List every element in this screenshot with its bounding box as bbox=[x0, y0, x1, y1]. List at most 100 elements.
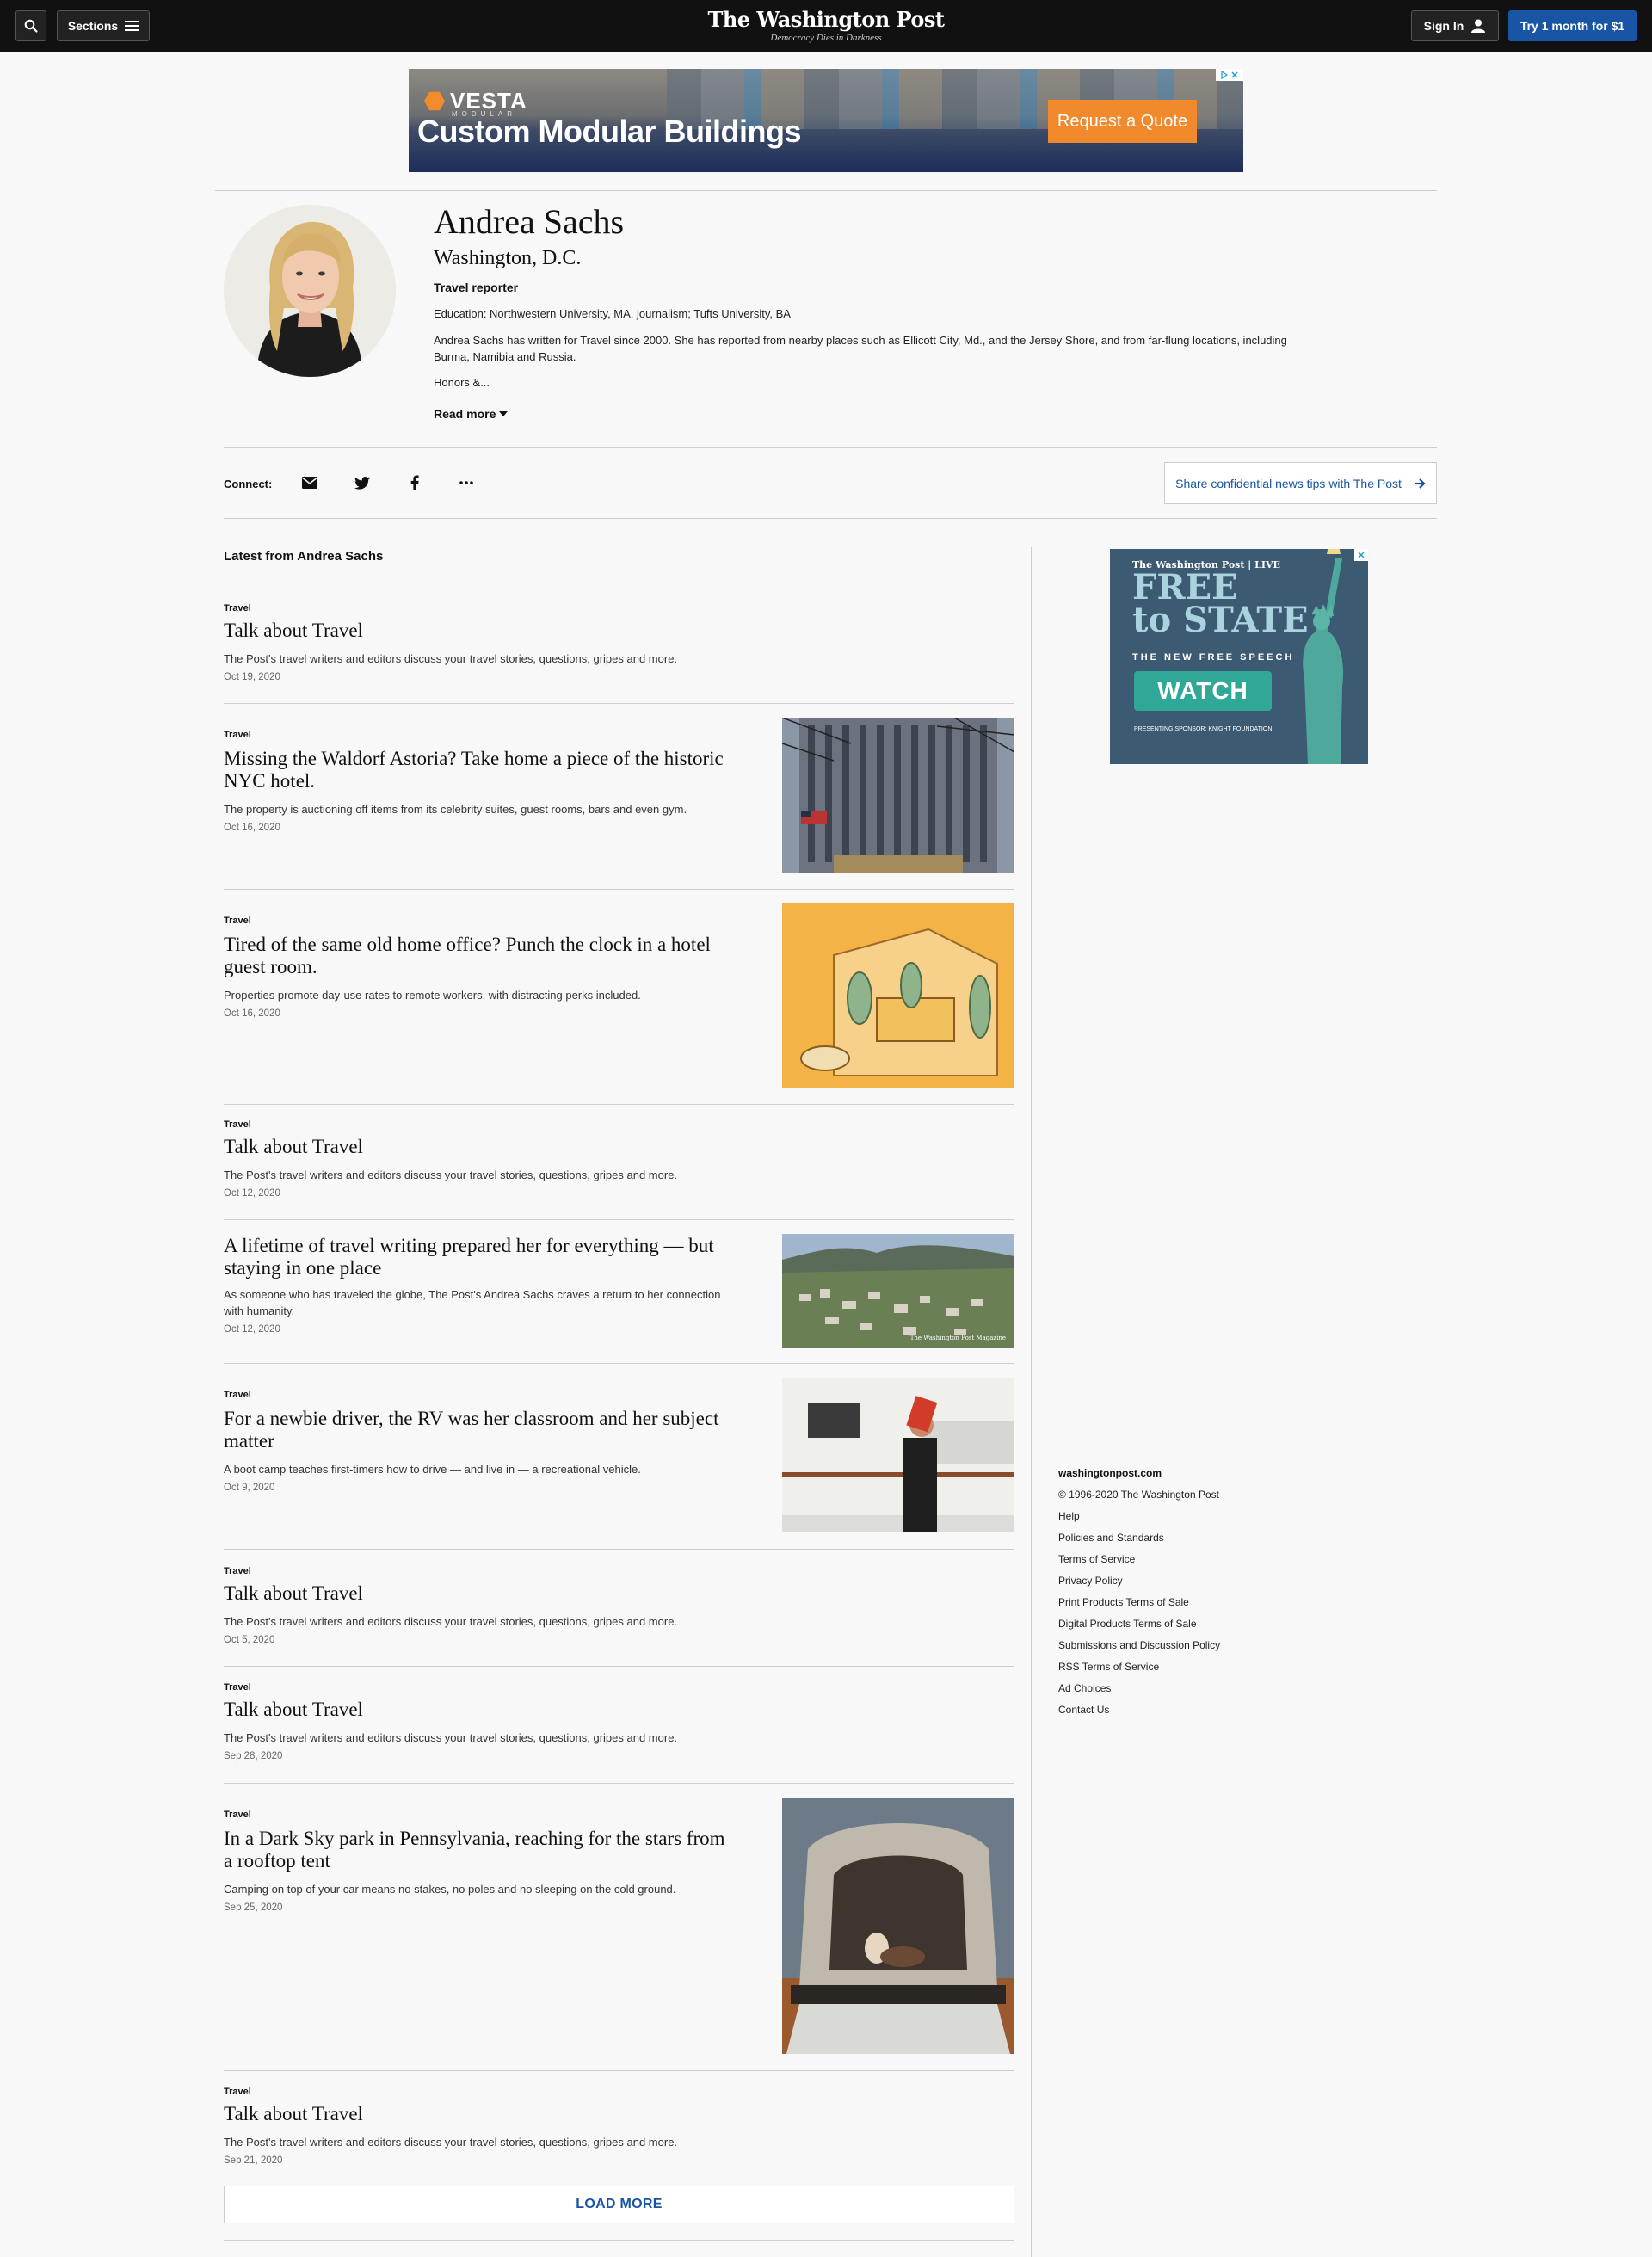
top-nav: Sections The Washington Post Democracy D… bbox=[0, 0, 1652, 52]
story-kicker[interactable]: Travel bbox=[224, 1566, 251, 1576]
adchoices-icon[interactable] bbox=[1216, 69, 1243, 81]
image-credit: The Washington Post Magazine bbox=[909, 1335, 1006, 1341]
story-date: Sep 28, 2020 bbox=[224, 1751, 283, 1761]
author-bio: Andrea Sachs has written for Travel sinc… bbox=[434, 334, 1287, 363]
story-date: Oct 19, 2020 bbox=[224, 672, 280, 682]
site-tagline: Democracy Dies in Darkness bbox=[770, 33, 882, 43]
feed-bottom-divider bbox=[224, 2240, 1014, 2241]
story-thumbnail[interactable]: The Washington Post Magazine bbox=[782, 1234, 1014, 1348]
twitter-icon[interactable] bbox=[352, 472, 373, 493]
story-date: Sep 25, 2020 bbox=[224, 1902, 283, 1913]
story-thumbnail[interactable] bbox=[782, 1378, 1014, 1532]
caret-down-icon bbox=[499, 411, 509, 416]
masthead-logo[interactable]: The Washington Post Democracy Dies in Da… bbox=[654, 7, 998, 43]
story-headline[interactable]: Talk about Travel bbox=[224, 2103, 731, 2125]
story-headline[interactable]: Talk about Travel bbox=[224, 1136, 731, 1158]
story-kicker[interactable]: Travel bbox=[224, 1119, 251, 1130]
story-date: Oct 12, 2020 bbox=[224, 1188, 280, 1199]
story-headline[interactable]: Talk about Travel bbox=[224, 1699, 731, 1721]
footer-link-rss[interactable]: RSS Terms of Service bbox=[1058, 1660, 1220, 1674]
top-banner-ad[interactable]: VESTA MODULAR Custom Modular Buildings R… bbox=[409, 69, 1243, 172]
story-headline[interactable]: A lifetime of travel writing prepared he… bbox=[224, 1235, 731, 1280]
subscribe-button[interactable]: Try 1 month for $1 bbox=[1508, 10, 1637, 41]
story-divider bbox=[224, 1783, 1014, 1784]
story-kicker[interactable]: Travel bbox=[224, 2087, 251, 2097]
story-date: Sep 21, 2020 bbox=[224, 2155, 283, 2166]
ad-headline: Custom Modular Buildings bbox=[417, 114, 801, 149]
load-more-button[interactable]: LOAD MORE bbox=[224, 2186, 1014, 2223]
story-kicker[interactable]: Travel bbox=[224, 1682, 251, 1693]
story-divider bbox=[224, 1666, 1014, 1667]
story-kicker[interactable]: Travel bbox=[224, 1810, 251, 1820]
side-ad-sponsor: PRESENTING SPONSOR: KNIGHT FOUNDATION bbox=[1134, 726, 1273, 732]
more-options-icon[interactable] bbox=[456, 472, 477, 493]
side-ad-title-line-2: to STATE bbox=[1132, 600, 1309, 640]
story-divider bbox=[224, 1549, 1014, 1550]
footer-link-print-terms[interactable]: Print Products Terms of Sale bbox=[1058, 1595, 1220, 1609]
story-thumbnail[interactable] bbox=[782, 903, 1014, 1088]
adchoices-icon[interactable] bbox=[1354, 549, 1368, 561]
search-icon bbox=[24, 19, 38, 33]
author-location: Washington, D.C. bbox=[434, 247, 582, 269]
email-icon[interactable] bbox=[299, 472, 320, 493]
story-divider bbox=[224, 2070, 1014, 2071]
story-headline[interactable]: For a newbie driver, the RV was her clas… bbox=[224, 1408, 731, 1452]
story-date: Oct 16, 2020 bbox=[224, 1008, 280, 1019]
feed-top-divider bbox=[224, 518, 1437, 519]
story-kicker[interactable]: Travel bbox=[224, 730, 251, 740]
sections-button[interactable]: Sections bbox=[57, 10, 150, 41]
footer-link-contact[interactable]: Contact Us bbox=[1058, 1703, 1220, 1717]
facebook-icon[interactable] bbox=[404, 472, 425, 493]
story-headline[interactable]: Missing the Waldorf Astoria? Take home a… bbox=[224, 748, 731, 792]
side-ad-watch-button[interactable]: WATCH bbox=[1134, 671, 1272, 711]
footer-links: washingtonpost.com © 1996-2020 The Washi… bbox=[1058, 1466, 1220, 1717]
sign-in-button[interactable]: Sign In bbox=[1411, 10, 1499, 41]
footer-link-policies[interactable]: Policies and Standards bbox=[1058, 1531, 1220, 1545]
story-thumbnail[interactable] bbox=[782, 718, 1014, 873]
side-ad[interactable]: The Washington Post | LIVE FREE to STATE… bbox=[1110, 549, 1368, 764]
sign-in-label: Sign In bbox=[1423, 19, 1464, 33]
author-name: Andrea Sachs bbox=[434, 202, 625, 241]
sections-label: Sections bbox=[67, 19, 119, 33]
story-divider bbox=[224, 703, 1014, 704]
story-divider bbox=[224, 889, 1014, 890]
footer-link-ad-choices[interactable]: Ad Choices bbox=[1058, 1681, 1220, 1695]
read-more-button[interactable]: Read more bbox=[434, 407, 509, 421]
author-role: Travel reporter bbox=[434, 281, 519, 294]
story-kicker[interactable]: Travel bbox=[224, 916, 251, 926]
story-blurb: A boot camp teaches first-timers how to … bbox=[224, 1463, 641, 1476]
story-blurb: The Post's travel writers and editors di… bbox=[224, 1615, 678, 1628]
feed-heading: Latest from Andrea Sachs bbox=[224, 549, 384, 564]
news-tips-button[interactable]: Share confidential news tips with The Po… bbox=[1164, 462, 1437, 504]
profile-top-divider bbox=[215, 190, 1437, 191]
story-divider bbox=[224, 1363, 1014, 1364]
news-tips-label: Share confidential news tips with The Po… bbox=[1175, 476, 1402, 490]
read-more-label: Read more bbox=[434, 407, 496, 421]
story-kicker[interactable]: Travel bbox=[224, 603, 251, 614]
story-blurb: As someone who has traveled the globe, T… bbox=[224, 1288, 721, 1317]
story-date: Oct 5, 2020 bbox=[224, 1635, 275, 1645]
story-date: Oct 12, 2020 bbox=[224, 1324, 280, 1335]
footer-link-terms[interactable]: Terms of Service bbox=[1058, 1552, 1220, 1566]
author-avatar bbox=[224, 205, 396, 377]
story-divider bbox=[224, 1104, 1014, 1105]
story-headline[interactable]: Talk about Travel bbox=[224, 620, 731, 642]
story-blurb: The Post's travel writers and editors di… bbox=[224, 1731, 678, 1744]
footer-link-submissions[interactable]: Submissions and Discussion Policy bbox=[1058, 1638, 1220, 1652]
footer-link-privacy[interactable]: Privacy Policy bbox=[1058, 1574, 1220, 1588]
column-divider bbox=[1031, 547, 1032, 2257]
story-kicker[interactable]: Travel bbox=[224, 1390, 251, 1400]
search-button[interactable] bbox=[15, 10, 46, 41]
vesta-hexagon-icon bbox=[424, 91, 445, 111]
story-blurb: The Post's travel writers and editors di… bbox=[224, 1169, 678, 1181]
footer-link-digital-terms[interactable]: Digital Products Terms of Sale bbox=[1058, 1617, 1220, 1631]
footer-copyright: © 1996-2020 The Washington Post bbox=[1058, 1489, 1219, 1501]
story-blurb: The Post's travel writers and editors di… bbox=[224, 2136, 678, 2149]
arrow-right-icon bbox=[1414, 478, 1426, 489]
footer-link-help[interactable]: Help bbox=[1058, 1509, 1220, 1523]
story-thumbnail[interactable] bbox=[782, 1798, 1014, 2054]
story-headline[interactable]: Talk about Travel bbox=[224, 1582, 731, 1605]
ad-request-quote-button[interactable]: Request a Quote bbox=[1048, 100, 1197, 143]
story-headline[interactable]: In a Dark Sky park in Pennsylvania, reac… bbox=[224, 1828, 731, 1872]
story-headline[interactable]: Tired of the same old home office? Punch… bbox=[224, 934, 731, 978]
